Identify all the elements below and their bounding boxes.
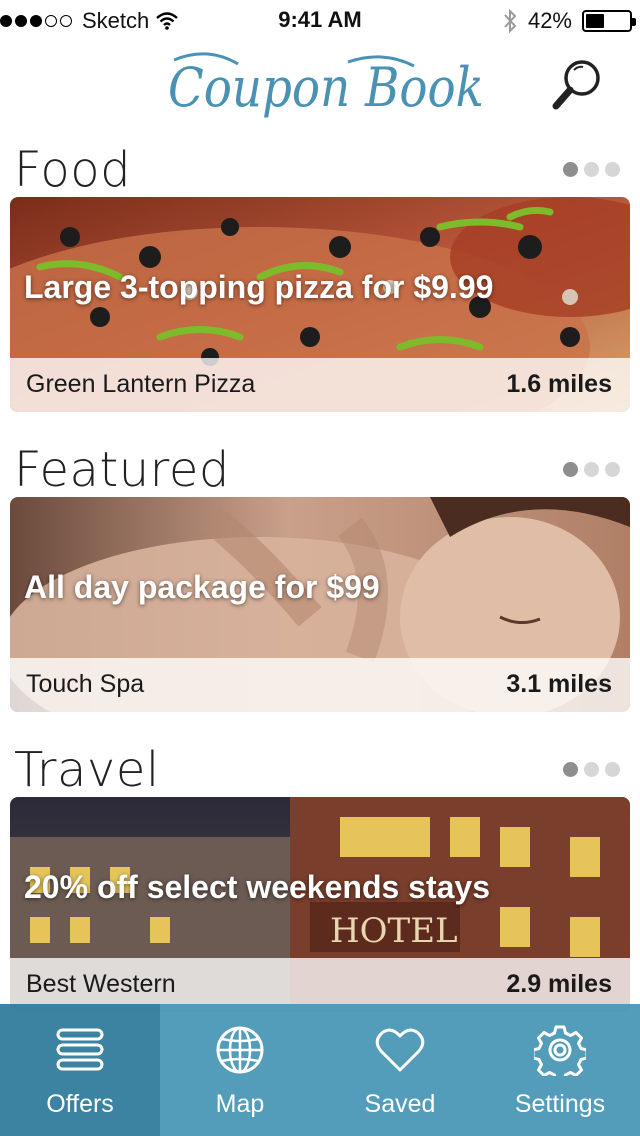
section-travel: Travel HOTEL 20% off select weekends sta… bbox=[0, 740, 640, 1020]
offer-text: All day package for $99 bbox=[24, 569, 380, 605]
gear-icon bbox=[534, 1025, 586, 1076]
page-indicator[interactable] bbox=[563, 162, 620, 177]
bluetooth-icon bbox=[504, 8, 517, 34]
status-right: 42% bbox=[502, 8, 636, 34]
section-title: Featured bbox=[14, 442, 230, 498]
offer-text: Large 3-topping pizza for $9.99 bbox=[24, 269, 494, 305]
svg-text:HOTEL: HOTEL bbox=[330, 911, 458, 951]
section-title: Food bbox=[14, 142, 132, 198]
tab-settings[interactable]: Settings bbox=[480, 1004, 640, 1136]
offer-card[interactable]: All day package for $99 Touch Spa 3.1 mi… bbox=[10, 497, 630, 712]
card-footer: Green Lantern Pizza 1.6 miles bbox=[10, 358, 630, 412]
battery-icon bbox=[582, 10, 636, 32]
card-footer: Touch Spa 3.1 miles bbox=[10, 658, 630, 712]
coupon-book-logo: Coupon Book bbox=[168, 52, 484, 119]
svg-text:Coupon Book: Coupon Book bbox=[168, 56, 484, 119]
tab-label: Saved bbox=[364, 1090, 436, 1118]
tab-label: Offers bbox=[46, 1090, 114, 1118]
status-bar: Sketch 9:41 AM 42% bbox=[0, 0, 640, 40]
merchant-name: Best Western bbox=[26, 970, 176, 998]
globe-icon bbox=[216, 1026, 264, 1074]
tab-bar: Offers Map Saved Settings bbox=[0, 1004, 640, 1136]
app-header: Coupon Book bbox=[0, 40, 640, 130]
distance-label: 3.1 miles bbox=[506, 670, 612, 698]
offer-card[interactable]: HOTEL 20% off select weekends stays Best… bbox=[10, 797, 630, 1012]
distance-label: 1.6 miles bbox=[506, 370, 612, 398]
menu-icon bbox=[56, 1028, 104, 1071]
merchant-name: Green Lantern Pizza bbox=[26, 370, 256, 398]
offer-card[interactable]: Large 3-topping pizza for $9.99 Green La… bbox=[10, 197, 630, 412]
tab-map[interactable]: Map bbox=[160, 1004, 320, 1136]
heart-icon bbox=[375, 1028, 425, 1072]
tab-saved[interactable]: Saved bbox=[320, 1004, 480, 1136]
section-title: Travel bbox=[14, 742, 160, 798]
offer-text: 20% off select weekends stays bbox=[24, 869, 491, 905]
section-food: Food Large 3-topping pizza for $9.99 Gre… bbox=[0, 140, 640, 420]
section-featured: Featured All day package for $99 Touch S… bbox=[0, 440, 640, 720]
battery-percent: 42% bbox=[527, 8, 572, 33]
tab-offers[interactable]: Offers bbox=[0, 1004, 160, 1136]
tab-label: Settings bbox=[514, 1090, 606, 1118]
tab-label: Map bbox=[215, 1090, 265, 1118]
distance-label: 2.9 miles bbox=[506, 970, 612, 998]
page-indicator[interactable] bbox=[563, 462, 620, 477]
merchant-name: Touch Spa bbox=[26, 670, 145, 698]
search-icon[interactable] bbox=[548, 54, 608, 114]
page-indicator[interactable] bbox=[563, 762, 620, 777]
